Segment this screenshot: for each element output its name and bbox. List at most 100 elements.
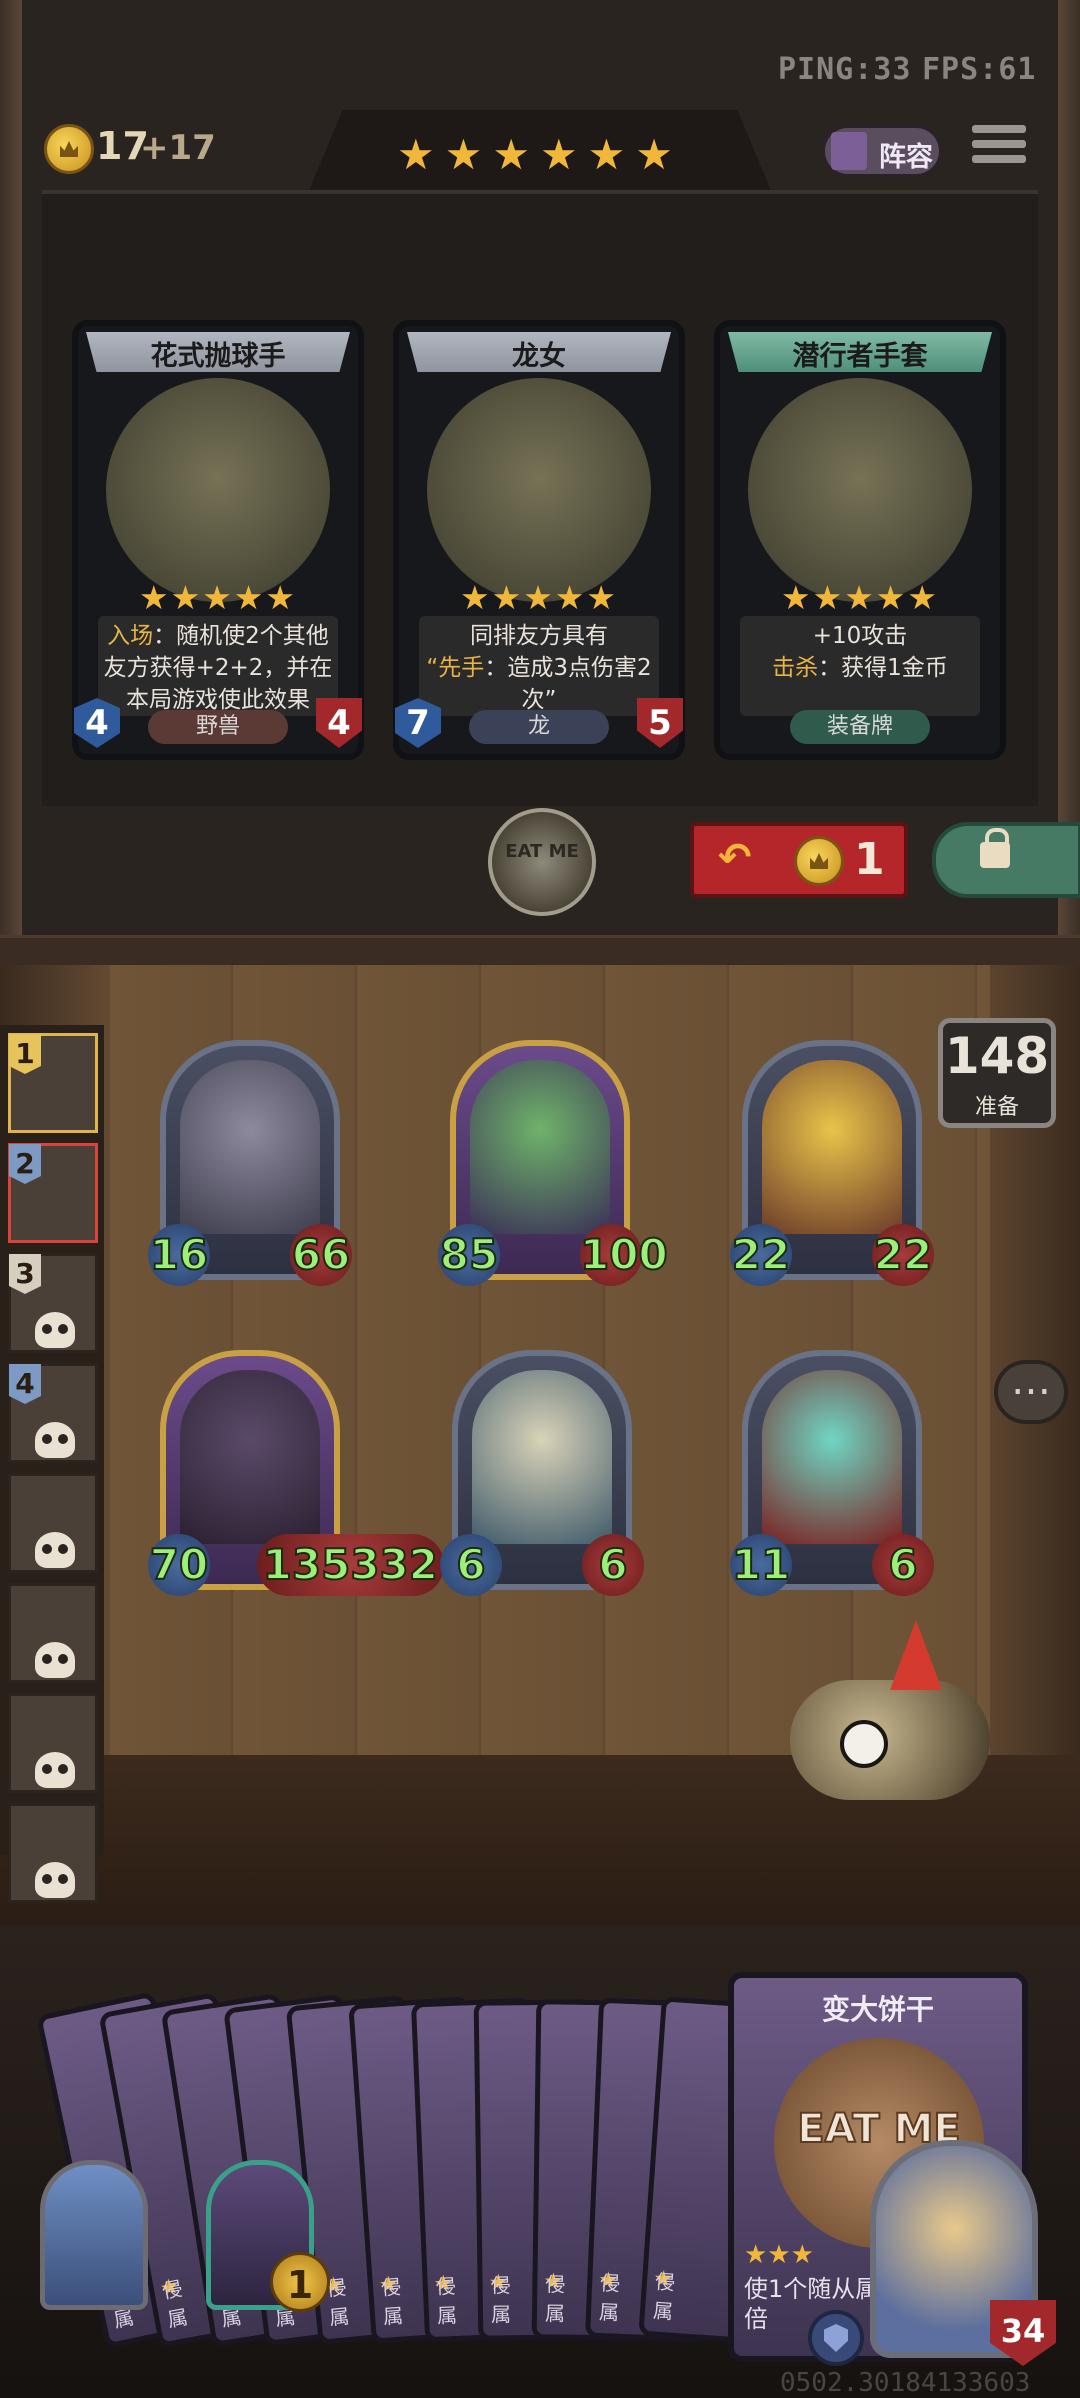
tier-star-icon: ★ bbox=[635, 130, 673, 179]
shop-tier-banner: ★ ★ ★ ★ ★ ★ bbox=[305, 110, 775, 200]
eliminated-skull-icon bbox=[35, 1752, 75, 1788]
freeze-icon-text: EAT ME bbox=[505, 841, 579, 862]
attack-badge: 4 bbox=[74, 698, 120, 748]
minion-grey-dragon[interactable]: 16 66 bbox=[148, 1040, 352, 1286]
lineup-button[interactable]: 阵容 bbox=[822, 125, 942, 177]
player-slot-2[interactable]: 2 bbox=[8, 1143, 98, 1243]
card-stars: ★★★★★ bbox=[139, 578, 297, 617]
reroll-button[interactable]: ↶ 1 bbox=[690, 822, 908, 898]
hand-card-text: 侵 属 bbox=[652, 2269, 676, 2324]
tier-star-icon: ★ bbox=[444, 130, 483, 179]
menu-icon[interactable] bbox=[972, 125, 1026, 177]
shop-card-stalker-gloves[interactable]: 潜行者手套 ★★★★★ +10攻击 击杀：获得1金币 装备牌 bbox=[714, 320, 1006, 760]
hand-card-text: 侵 属 bbox=[544, 2272, 566, 2326]
minion-ghost-dragon[interactable]: 11 6 bbox=[730, 1350, 934, 1596]
gloves-portrait bbox=[748, 378, 972, 602]
tribe-tag: 龙 bbox=[469, 710, 609, 744]
tier-star-icon: ★ bbox=[587, 130, 626, 179]
card-name: 花式抛球手 bbox=[150, 341, 286, 372]
juggler-raccoon-portrait bbox=[106, 378, 330, 602]
fps-readout: FPS:61 bbox=[922, 52, 1037, 87]
card-stars: ★★★ bbox=[744, 2240, 814, 2270]
hand-card-text: 侵 属 bbox=[490, 2273, 512, 2327]
card-description: +10攻击 击杀：获得1金币 bbox=[740, 616, 980, 716]
minion-health: 22 bbox=[872, 1224, 934, 1286]
tier-star-icon: ★ bbox=[492, 130, 530, 179]
eliminated-skull-icon bbox=[35, 1642, 75, 1678]
eliminated-skull-icon bbox=[35, 1862, 75, 1898]
card-name: 变大饼干 bbox=[821, 1993, 934, 2026]
frame-right bbox=[1058, 0, 1080, 935]
minion-health: 100 bbox=[579, 1224, 669, 1286]
minion-black-dragon[interactable]: 70 135332 bbox=[148, 1350, 444, 1596]
minion-attack: 85 bbox=[438, 1224, 500, 1286]
reroll-arrow-icon: ↶ bbox=[718, 835, 752, 881]
card-stars: ★★★★★ bbox=[781, 578, 939, 617]
player-slot-7[interactable] bbox=[8, 1693, 98, 1793]
minion-health: 135332 bbox=[256, 1534, 444, 1596]
minion-attack: 22 bbox=[730, 1224, 792, 1286]
prep-timer: 148 准备 bbox=[938, 1018, 1056, 1128]
card-name: 潜行者手套 bbox=[792, 341, 928, 372]
build-version: 0502.30184133603 bbox=[780, 2368, 1031, 2398]
eliminated-skull-icon bbox=[35, 1532, 75, 1568]
minion-health: 6 bbox=[872, 1534, 934, 1596]
armor-shield-icon bbox=[808, 2310, 864, 2366]
card-name: 龙女 bbox=[512, 341, 566, 372]
card-description: 同排友方具有 “先手：造成3点伤害2次” bbox=[419, 616, 659, 716]
hand-card-text: 侵 属 bbox=[160, 2276, 190, 2332]
player-list: 1 2 3 4 bbox=[0, 1025, 104, 1903]
eliminated-skull-icon bbox=[35, 1312, 75, 1348]
airship-mascot bbox=[790, 1620, 990, 1800]
lock-icon bbox=[980, 828, 1010, 868]
freeze-shop-button[interactable]: EAT ME bbox=[488, 808, 596, 916]
minion-attack: 6 bbox=[440, 1534, 502, 1596]
minion-flame-dragon[interactable]: 22 22 bbox=[730, 1040, 934, 1286]
minion-attack: 11 bbox=[730, 1534, 792, 1596]
reroll-coin-icon bbox=[794, 836, 844, 886]
minion-attack: 16 bbox=[148, 1224, 210, 1286]
tier-star-icon: ★ bbox=[397, 130, 435, 179]
timer-value: 148 bbox=[944, 1027, 1050, 1085]
player-slot-5[interactable] bbox=[8, 1473, 98, 1573]
reroll-cost: 1 bbox=[854, 834, 885, 885]
shop-card-juggler[interactable]: 花式抛球手 ★★★★★ 入场：随机使2个其他友方获得+2+2，并在本局游戏使此效… bbox=[72, 320, 364, 760]
player-slot-6[interactable] bbox=[8, 1583, 98, 1683]
card-description: 入场：随机使2个其他友方获得+2+2，并在本局游戏使此效果+1+1 bbox=[98, 616, 338, 745]
minion-serpent-dragon[interactable]: 6 6 bbox=[440, 1350, 644, 1596]
lineup-book-icon bbox=[831, 132, 867, 170]
minion-health: 66 bbox=[290, 1224, 352, 1286]
minion-attack: 70 bbox=[148, 1534, 210, 1596]
minion-frog-dragon[interactable]: 85 100 bbox=[438, 1040, 669, 1286]
trinket-count-badge: 1 bbox=[270, 2252, 330, 2312]
gold-income: +17 bbox=[140, 128, 216, 168]
frame-left bbox=[0, 0, 22, 935]
gold-coin-icon bbox=[44, 124, 94, 174]
lineup-label: 阵容 bbox=[879, 142, 933, 173]
player-slot-4[interactable]: 4 bbox=[8, 1363, 98, 1463]
lock-shop-button[interactable] bbox=[932, 822, 1080, 898]
player-slot-8[interactable] bbox=[8, 1803, 98, 1903]
dragon-girl-portrait bbox=[427, 378, 651, 602]
hand-card-text: 侵 属 bbox=[435, 2274, 458, 2328]
tier-star-icon: ★ bbox=[539, 130, 578, 179]
card-stars: ★★★★★ bbox=[460, 578, 618, 617]
chat-bubble-icon[interactable] bbox=[994, 1358, 1068, 1424]
trinket-slot-1[interactable] bbox=[40, 2160, 148, 2310]
health-badge: 5 bbox=[637, 698, 683, 748]
shop-card-dragon-girl[interactable]: 龙女 ★★★★★ 同排友方具有 “先手：造成3点伤害2次” 龙 7 5 bbox=[393, 320, 685, 760]
player-slot-3[interactable]: 3 bbox=[8, 1253, 98, 1353]
tier-stars: ★ ★ ★ ★ ★ ★ bbox=[397, 134, 673, 176]
tribe-tag: 野兽 bbox=[148, 710, 288, 744]
shop-panel: PING:33 FPS:61 17 +17 ★ ★ ★ ★ ★ ★ 阵容 花式抛球手 ★★… bbox=[0, 0, 1080, 935]
player-slot-1[interactable]: 1 bbox=[8, 1033, 98, 1133]
ping-readout: PING:33 bbox=[778, 52, 912, 87]
hand-card-text: 侵 属 bbox=[598, 2270, 621, 2325]
equipment-tag: 装备牌 bbox=[790, 710, 930, 744]
health-badge: 4 bbox=[316, 698, 362, 748]
attack-badge: 7 bbox=[395, 698, 441, 748]
minion-health: 6 bbox=[582, 1534, 644, 1596]
eliminated-skull-icon bbox=[35, 1422, 75, 1458]
hand-card-text: 侵 属 bbox=[380, 2274, 404, 2329]
timer-label: 准备 bbox=[974, 1095, 1019, 1120]
